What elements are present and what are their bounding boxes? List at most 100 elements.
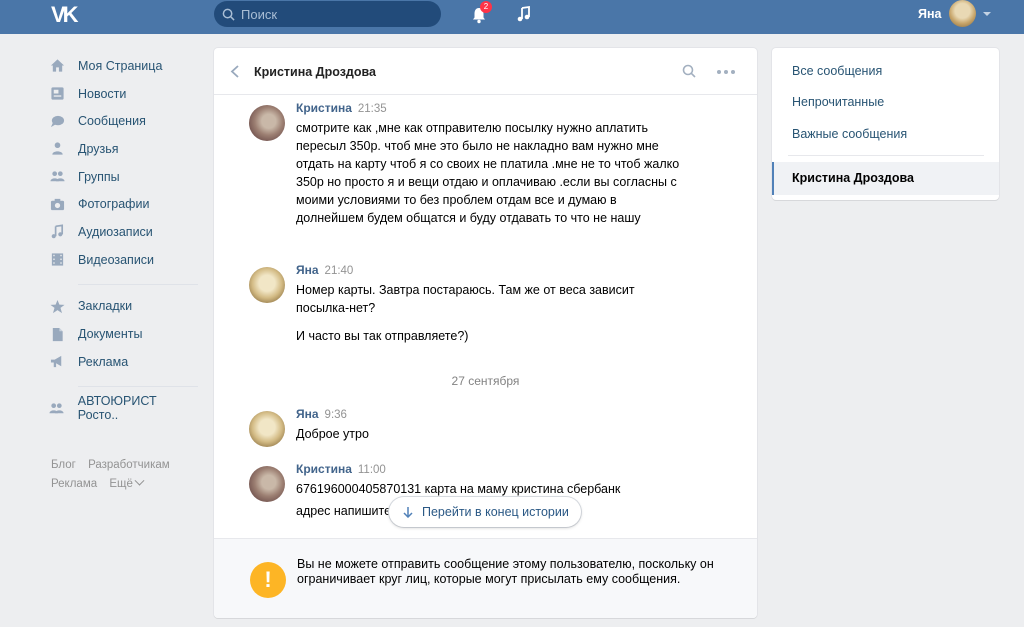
jump-to-end-label: Перейти в конец истории <box>422 505 569 519</box>
nav-footer: Блог Разработчикам Реклама Ещё <box>51 456 179 494</box>
video-icon <box>49 252 65 268</box>
message-header: Яна 21:40 <box>296 263 353 277</box>
nav-divider <box>78 385 198 387</box>
warning-icon: ! <box>250 562 286 598</box>
megaphone-icon <box>49 354 65 370</box>
search-icon <box>222 8 235 21</box>
message-author[interactable]: Яна <box>296 407 319 421</box>
nav-item-friends[interactable]: Друзья <box>49 135 199 163</box>
nav-item-label: Друзья <box>78 141 119 156</box>
footer-more-label: Ещё <box>109 478 133 490</box>
message-author[interactable]: Кристина <box>296 101 352 115</box>
vk-logo[interactable]: VK <box>51 4 85 26</box>
message-text: И часто вы так отправляете?) <box>296 329 469 343</box>
friends-icon <box>49 141 65 157</box>
panel-divider <box>788 155 984 156</box>
nav-item-documents[interactable]: Документы <box>49 320 199 348</box>
nav-item-news[interactable]: Новости <box>49 80 199 108</box>
chevron-down-icon <box>134 475 145 486</box>
chat-title[interactable]: Кристина Дроздова <box>254 65 376 79</box>
nav-item-audio[interactable]: Аудиозаписи <box>49 218 199 246</box>
user-name[interactable]: Яна <box>918 7 942 21</box>
message-history[interactable]: Кристина 21:35 смотрите как ,мне как отпр… <box>214 96 757 538</box>
nav-item-label: Моя Страница <box>78 58 163 73</box>
document-icon <box>49 326 65 342</box>
filter-all-messages[interactable]: Все сообщения <box>792 64 882 78</box>
nav-divider <box>78 283 198 285</box>
nav-item-photos[interactable]: Фотографии <box>49 190 199 218</box>
nav-item-ads[interactable]: Реклама <box>49 348 199 376</box>
user-avatar[interactable] <box>949 0 976 27</box>
arrow-down-icon <box>403 507 413 518</box>
message-header: Кристина 11:00 <box>296 462 386 476</box>
chat-panel: Кристина Дроздова Кристина 21:35 смотрите… <box>214 48 757 618</box>
nav-item-label: Аудиозаписи <box>78 224 153 239</box>
jump-to-end-button[interactable]: Перейти в конец истории <box>389 497 581 527</box>
music-icon[interactable] <box>515 5 533 23</box>
message-header: Кристина 21:35 <box>296 101 387 115</box>
avatar[interactable] <box>249 267 285 303</box>
message-time[interactable]: 21:40 <box>325 265 354 277</box>
search-input[interactable] <box>241 6 431 22</box>
message-author[interactable]: Яна <box>296 263 319 277</box>
search-box[interactable] <box>214 1 441 27</box>
message-time[interactable]: 11:00 <box>358 464 386 476</box>
groups-icon <box>49 169 65 185</box>
nav-item-my-page[interactable]: Моя Страница <box>49 52 199 80</box>
nav-item-label: Группы <box>78 169 120 184</box>
avatar[interactable] <box>249 411 285 447</box>
message-time[interactable]: 21:35 <box>358 103 387 115</box>
write-restriction-notice: ! Вы не можете отправить сообщение этому… <box>214 538 757 618</box>
notification-badge: 2 <box>480 1 492 13</box>
camera-icon <box>49 196 65 212</box>
news-icon <box>49 86 65 102</box>
avatar[interactable] <box>249 105 285 141</box>
more-options-icon[interactable] <box>717 70 735 74</box>
chat-header: Кристина Дроздова <box>214 48 757 95</box>
nav-item-label: Новости <box>78 86 127 101</box>
message-text: смотрите как ,мне как отправителю посылк… <box>296 121 680 225</box>
active-dialog-label: Кристина Дроздова <box>792 171 914 185</box>
message-text: 676196000405870131 карта на маму кристин… <box>296 482 621 496</box>
message-item: Яна 9:36 Доброе утро <box>249 407 709 447</box>
notice-text: Вы не можете отправить сообщение этому п… <box>297 557 714 586</box>
message-item: Кристина 21:35 смотрите как ,мне как отпр… <box>249 101 709 251</box>
active-dialog-item[interactable]: Кристина Дроздова <box>772 162 999 195</box>
home-icon <box>49 58 65 74</box>
messages-filter-panel: Все сообщения Непрочитанные Важные сообщ… <box>772 48 999 200</box>
nav-item-group-avtoyurist[interactable]: АВТОЮРИСТ Росто.. <box>49 394 199 423</box>
footer-link-blog[interactable]: Блог <box>51 459 76 471</box>
nav-item-label: Видеозаписи <box>78 252 155 267</box>
nav-item-groups[interactable]: Группы <box>49 163 199 191</box>
date-separator: 27 сентября <box>451 374 520 388</box>
nav-item-video[interactable]: Видеозаписи <box>49 246 199 274</box>
nav-item-bookmarks[interactable]: Закладки <box>49 293 199 321</box>
nav-item-messages[interactable]: Сообщения <box>49 107 199 135</box>
message-author[interactable]: Кристина <box>296 462 352 476</box>
message-header: Яна 9:36 <box>296 407 347 421</box>
footer-link-more[interactable]: Ещё <box>109 475 145 490</box>
nav-item-label: Закладки <box>78 299 133 314</box>
filter-important[interactable]: Важные сообщения <box>792 127 907 141</box>
message-item: Яна 21:40 Номер карты. Завтра постараюсь.… <box>249 263 709 353</box>
music-icon <box>49 224 65 240</box>
search-icon[interactable] <box>682 64 696 78</box>
message-text: Номер карты. Завтра постараюсь. Там же о… <box>296 283 635 315</box>
nav-item-label: Фотографии <box>78 197 150 212</box>
messages-icon <box>49 113 65 129</box>
message-time[interactable]: 9:36 <box>325 409 347 421</box>
left-nav: Моя Страница Новости Сообщения Друзья Гр… <box>49 52 199 422</box>
message-text: Доброе утро <box>296 427 369 441</box>
footer-link-developers[interactable]: Разработчикам <box>88 459 170 471</box>
avatar[interactable] <box>249 466 285 502</box>
nav-item-label: Реклама <box>78 354 129 369</box>
nav-item-label: Документы <box>78 327 143 342</box>
footer-link-ads[interactable]: Реклама <box>51 478 97 490</box>
nav-item-label: Сообщения <box>78 114 146 129</box>
nav-item-label: АВТОЮРИСТ Росто.. <box>77 394 157 423</box>
group-icon <box>49 400 65 416</box>
star-icon <box>49 298 65 314</box>
back-arrow-icon[interactable] <box>230 65 240 78</box>
chevron-down-icon[interactable] <box>983 12 991 16</box>
filter-unread[interactable]: Непрочитанные <box>792 95 884 109</box>
